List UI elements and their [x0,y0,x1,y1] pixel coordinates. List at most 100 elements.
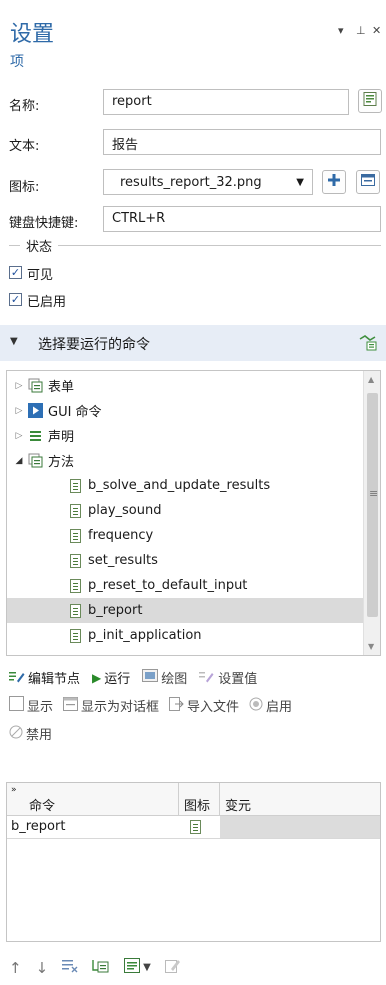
state-group-divider [9,245,381,246]
column-header-command: 命令 [29,799,56,814]
import-file-label: 导入文件 [187,700,240,715]
enable-icon [249,697,263,715]
disable-label: 禁用 [26,728,53,743]
method-icon [67,628,83,644]
add-command-menu-button[interactable]: ▼ [124,958,151,977]
name-label: 名称: [9,99,40,114]
disable-button[interactable]: 禁用 [9,724,52,743]
scroll-up-icon[interactable]: ▲ [368,375,374,384]
import-file-icon [169,696,184,715]
command-tree[interactable]: ▷ 表单 ▷ GUI 命令 ▷ 声明 ◢ 方法 b_solve_and_upda… [6,370,381,656]
panel-menu-icon[interactable]: ▾ [338,24,344,37]
text-label: 文本: [9,139,40,154]
tree-item-method-selected[interactable]: b_report [7,598,364,623]
tree-item-label: b_report [88,603,143,618]
table-header: » 命令 图标 变元 [7,783,380,816]
tree-item-method[interactable]: b_solve_and_update_results [7,473,364,498]
column-options-icon[interactable]: » [11,785,17,795]
method-icon [190,820,201,838]
set-value-button[interactable]: 设置值 [199,668,257,687]
method-icon [67,553,83,569]
command-tree-icon[interactable] [358,332,378,356]
pin-icon[interactable]: ⊥ [356,24,366,37]
visible-checkbox[interactable]: ✓ [9,266,22,279]
browse-icon-button[interactable] [356,170,380,194]
delete-rows-icon[interactable] [62,959,78,977]
column-header-icon: 图标 [184,799,211,814]
tree-item-declarations[interactable]: ▷ 声明 [7,423,364,448]
enable-label: 启用 [266,700,293,715]
tree-toolbar-secondary: 显示 显示为对话框 导入文件 启用 [9,696,292,715]
image-browse-icon [360,172,376,192]
show-as-dialog-button[interactable]: 显示为对话框 [63,696,159,715]
edit-node-button[interactable]: 编辑节点 [9,668,80,687]
run-label: 运行 [104,672,131,687]
enabled-checkbox[interactable]: ✓ [9,293,22,306]
panel-subtitle: 项 [10,54,24,70]
scroll-down-icon[interactable]: ▼ [368,642,374,651]
move-up-icon[interactable]: ↑ [9,959,22,977]
argument-cell[interactable] [220,816,380,838]
tree-item-label: 方法 [48,455,75,470]
tree-item-label: p_reset_to_default_input [88,578,248,593]
tree-scrollbar[interactable]: ▲ ≡ ▼ [363,371,380,655]
plot-icon [142,669,159,686]
tree-item-methods[interactable]: ◢ 方法 [7,448,364,473]
tree-item-method[interactable]: set_results [7,548,364,573]
add-icon-button[interactable] [322,170,346,194]
set-value-label: 设置值 [218,672,258,687]
column-header-argument: 变元 [225,799,252,814]
shortcut-label: 键盘快捷键: [9,216,79,231]
tree-item-method[interactable]: p_reset_to_default_input [7,573,364,598]
close-icon[interactable]: ✕ [372,24,381,37]
method-icon [67,503,83,519]
edit-icon[interactable] [164,958,181,977]
expand-arrow-icon[interactable]: ▷ [13,406,25,416]
enable-button[interactable]: 启用 [249,696,292,715]
method-icon [67,603,83,619]
tree-item-method[interactable]: p_init_application [7,623,364,648]
tree-item-method[interactable]: frequency [7,523,364,548]
expand-arrow-icon[interactable]: ▷ [13,431,25,441]
scrollbar-thumb[interactable] [367,393,378,617]
table-row[interactable]: b_report [7,816,380,839]
tree-toolbar: 编辑节点 ▶ 运行 绘图 设置值 [9,668,257,687]
set-value-icon [199,669,215,687]
tree-item-forms[interactable]: ▷ 表单 [7,373,364,398]
disable-icon [9,725,23,743]
tree-item-method[interactable]: play_sound [7,498,364,523]
plot-button[interactable]: 绘图 [142,668,187,687]
tree-item-label: 表单 [48,380,75,395]
show-as-dialog-label: 显示为对话框 [81,700,160,715]
collapse-arrow-icon[interactable]: ◢ [13,456,25,466]
dialog-icon [63,696,79,715]
shortcut-input[interactable]: CTRL+R [103,206,381,232]
tree-item-gui-commands[interactable]: ▷ GUI 命令 [7,398,364,423]
name-input[interactable]: report [103,89,349,115]
commands-table[interactable]: » 命令 图标 变元 b_report [6,782,381,942]
show-icon [9,696,24,715]
icon-select[interactable]: results_report_32.png ▼ [103,169,313,195]
collapse-arrow-icon: ▼ [10,336,18,347]
text-input[interactable]: 报告 [103,129,381,155]
methods-icon [27,453,43,469]
tree-item-label: set_results [88,553,158,568]
tree-toolbar-tertiary: 禁用 [9,724,52,743]
table-toolbar: ↑ ↓ ▼ [9,958,181,977]
move-down-icon[interactable]: ↓ [36,959,49,977]
scrollbar-grip-icon: ≡ [369,487,379,500]
import-file-button[interactable]: 导入文件 [169,696,239,715]
rename-button[interactable] [358,89,382,113]
method-icon [67,528,83,544]
run-button[interactable]: ▶ 运行 [92,668,131,688]
commands-section-header[interactable]: ▼ 选择要运行的命令 [0,325,386,361]
show-button[interactable]: 显示 [9,696,53,715]
form-icon [362,91,378,111]
plus-icon [327,173,341,191]
enabled-label: 已启用 [27,295,67,310]
add-method-icon[interactable] [92,958,110,977]
edit-node-icon [9,669,25,687]
panel-header: 设置 项 ▾ ⊥ ✕ [0,0,386,70]
expand-arrow-icon[interactable]: ▷ [13,381,25,391]
method-icon [67,478,83,494]
